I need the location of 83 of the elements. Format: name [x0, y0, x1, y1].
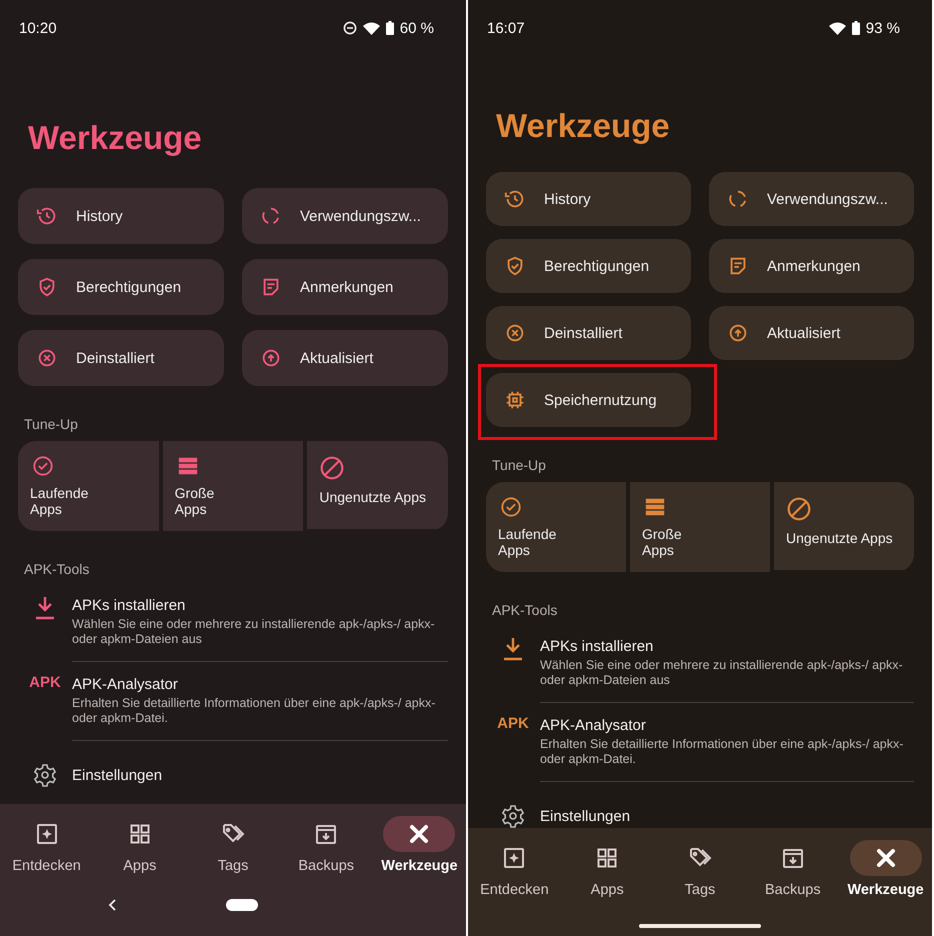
item-title: APK-Analysator [72, 676, 179, 693]
status-time: 16:07 [487, 20, 525, 36]
tune-up-card[interactable]: Große Apps [162, 441, 304, 531]
block-icon [786, 496, 812, 522]
download-icon [34, 595, 56, 621]
grid-icon [128, 822, 152, 846]
download-icon [502, 636, 524, 662]
wifi-icon [362, 22, 380, 34]
up-arrow-circle-icon [260, 347, 282, 369]
tune-up-card[interactable]: Ungenutzte Apps [774, 482, 914, 570]
settings-icon [33, 763, 57, 787]
item-description: Erhalten Sie detaillierte Informationen über eine apk-/apks-/ apkx- oder apkm-Datei. [72, 696, 436, 726]
tool-button[interactable]: Berechtigungen [486, 239, 691, 293]
tool-button[interactable]: History [486, 172, 691, 226]
apk-tool-item[interactable]: APKs installieren Wählen Sie eine oder mehrere zu installierende apk-/apks-/ apkx- oder apkm-Dateien aus [486, 630, 914, 709]
section-heading: Tune-Up [492, 457, 547, 473]
chip-icon [504, 389, 526, 411]
item-description: Wählen Sie eine oder mehrere zu installierende apk-/apks-/ apkx- oder apkm-Dateien aus [540, 658, 904, 688]
home-handle[interactable] [226, 899, 258, 911]
nav-tab[interactable]: Tags [654, 840, 746, 898]
tool-button[interactable]: Aktualisiert [242, 330, 448, 386]
nav-tab[interactable]: Backups [280, 816, 373, 874]
tool-button[interactable]: Deinstalliert [18, 330, 224, 386]
item-title: APKs installieren [540, 638, 654, 655]
tune-up-card[interactable]: Laufende Apps [486, 482, 626, 572]
section-heading: Tune-Up [24, 416, 79, 432]
block-icon [319, 455, 346, 481]
archive-icon [314, 822, 338, 846]
section-heading: APK-Tools [24, 561, 90, 577]
apk-tool-item[interactable]: APKs installieren Wählen Sie eine oder mehrere zu installierende apk-/apks-/ apkx- oder apkm-Dateien aus [18, 589, 448, 668]
nav-tab[interactable]: Werkzeuge [839, 840, 932, 898]
apk-icon: APK [497, 715, 529, 732]
battery-percent: 93 % [866, 20, 900, 36]
up-arrow-circle-icon [727, 322, 749, 344]
nav-tab[interactable]: Apps [560, 840, 654, 898]
history-icon [504, 188, 526, 210]
gesture-handle[interactable] [639, 924, 761, 928]
history-icon [36, 205, 58, 227]
apk-icon: APK [29, 674, 61, 691]
tune-up-card[interactable]: Große Apps [630, 482, 770, 572]
tool-button[interactable]: Speichernutzung [486, 373, 691, 427]
battery-icon [852, 21, 860, 35]
item-title: Einstellungen [72, 766, 162, 784]
tool-button[interactable]: Anmerkungen [242, 259, 448, 315]
nav-tab[interactable]: Werkzeuge [372, 816, 466, 874]
tune-up-card[interactable]: Laufende Apps [18, 441, 159, 531]
battery-percent: 60 % [400, 20, 434, 36]
wifi-icon [828, 22, 846, 34]
grid-icon [595, 846, 620, 870]
sparkle-square-icon [34, 822, 59, 846]
tune-up-card[interactable]: Ungenutzte Apps [307, 441, 448, 529]
x-circle-icon [504, 322, 526, 344]
nav-tab[interactable]: Entdecken [0, 816, 94, 874]
page-title: Werkzeuge [496, 106, 671, 146]
settings-item[interactable]: Einstellungen [486, 804, 914, 828]
settings-item[interactable]: Einstellungen [18, 763, 448, 787]
item-title: Einstellungen [540, 808, 630, 824]
item-title: APKs installieren [72, 597, 186, 614]
nav-tab[interactable]: Apps [93, 816, 186, 874]
tool-button[interactable]: Verwendungszw... [242, 188, 448, 244]
tool-button[interactable]: Aktualisiert [709, 306, 914, 360]
status-time: 10:20 [19, 20, 57, 36]
settings-icon [501, 804, 525, 828]
back-icon[interactable] [108, 899, 116, 911]
tool-button[interactable]: Berechtigungen [18, 259, 224, 315]
item-description: Erhalten Sie detaillierte Informationen über eine apk-/apks-/ apkx- oder apkm-Datei. [540, 737, 904, 767]
nav-tab[interactable]: Entdecken [468, 840, 561, 898]
item-title: APK-Analysator [540, 717, 647, 734]
sparkle-square-icon [502, 846, 526, 870]
archive-icon [780, 846, 805, 870]
x-circle-icon [36, 347, 58, 369]
section-heading: APK-Tools [492, 602, 558, 618]
tool-button[interactable]: Verwendungszw... [709, 172, 914, 226]
tool-button[interactable]: Anmerkungen [709, 239, 914, 293]
page-title: Werkzeuge [28, 118, 203, 158]
nav-tab[interactable]: Backups [746, 840, 840, 898]
battery-icon [386, 21, 394, 35]
apk-tool-item[interactable]: APK APK-Analysator Erhalten Sie detaillierte Informationen über eine apk-/apks-/ apkx- oder apkm-Datei. [18, 668, 448, 747]
tool-button[interactable]: Deinstalliert [486, 306, 691, 360]
apk-tool-item[interactable]: APK APK-Analysator Erhalten Sie detaillierte Informationen über eine apk-/apks-/ apkx- oder apkm-Datei. [486, 709, 914, 788]
nav-tab[interactable]: Tags [186, 816, 280, 874]
item-description: Wählen Sie eine oder mehrere zu installierende apk-/apks-/ apkx- oder apkm-Dateien aus [72, 617, 436, 647]
tool-button[interactable]: History [18, 188, 224, 244]
